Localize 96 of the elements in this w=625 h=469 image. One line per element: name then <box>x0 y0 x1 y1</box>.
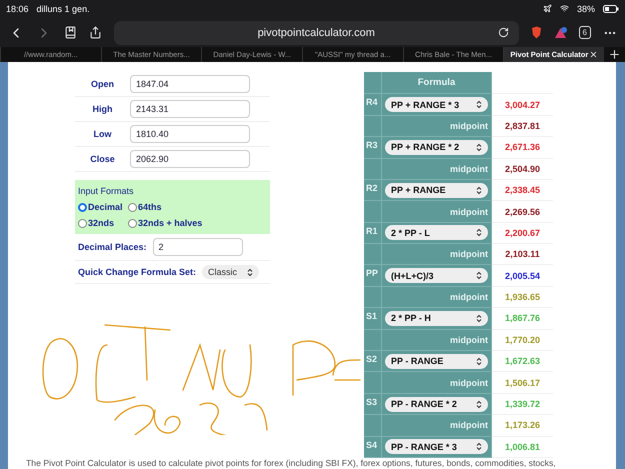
midpoint-label: midpoint <box>382 201 492 223</box>
description-text: The Pivot Point Calculator is used to calculate pivot points for forex (including SBI FX), forex options, futures, bonds, commodities, stocks, <box>25 458 557 469</box>
select-dropdown[interactable]: Classic <box>202 265 260 280</box>
clock-time: 18:06 <box>6 4 29 14</box>
input-field[interactable]: 1810.40 <box>130 125 250 144</box>
table-cell <box>364 116 382 138</box>
radio-option[interactable]: 32nds + halves <box>128 218 267 228</box>
field-label: High <box>92 104 114 114</box>
battery-percent: 38% <box>576 4 595 14</box>
level-label: R1 <box>364 222 382 244</box>
select-arrows-icon <box>476 228 482 238</box>
midpoint-label: midpoint <box>382 415 492 437</box>
midpoint-label: midpoint <box>382 330 492 352</box>
pivot-value: 1,006.81 <box>492 436 553 458</box>
select-arrows-icon <box>476 186 482 195</box>
formula-select[interactable]: PP - RANGE * 2 <box>385 396 488 412</box>
table-cell <box>364 330 382 352</box>
field-label: Low <box>92 129 112 140</box>
formula-select[interactable]: PP + RANGE * 3 <box>385 97 488 112</box>
status-date: dilluns 1 gen. <box>36 4 90 14</box>
level-label: R3 <box>364 137 382 159</box>
column-header: Formula <box>382 72 492 94</box>
field-label: Close <box>89 154 116 164</box>
select-arrows-icon <box>476 142 482 152</box>
radio-option[interactable]: Decimal <box>78 202 128 212</box>
pivot-value: 2,338.45 <box>492 180 553 202</box>
pivot-value: 3,004.27 <box>492 94 553 116</box>
battery-icon <box>603 4 619 13</box>
midpoint-label: midpoint <box>382 372 492 394</box>
table-cell <box>364 158 382 180</box>
tab-count-button[interactable]: 6 <box>578 26 591 40</box>
table-cell <box>364 372 382 394</box>
select-arrows-icon <box>476 400 482 409</box>
formula-select[interactable]: PP - RANGE <box>385 354 488 369</box>
pivot-value: 1,770.20 <box>492 330 553 352</box>
level-label: R2 <box>364 180 382 202</box>
pivot-value: 2,269.56 <box>492 201 553 223</box>
input-field[interactable]: 2 <box>152 238 243 256</box>
section-title: Input Formats <box>78 186 135 196</box>
select-arrows-icon <box>476 356 482 366</box>
level-label: S2 <box>364 351 382 372</box>
select-arrows-icon <box>476 442 482 452</box>
formula-select[interactable]: PP - RANGE * 3 <box>385 439 488 454</box>
pivot-value: 2,671.36 <box>492 137 553 159</box>
formula-select[interactable]: 2 * PP - L <box>385 225 488 240</box>
midpoint-label: midpoint <box>382 286 492 308</box>
pivot-value: 2,103.11 <box>492 244 553 266</box>
triangle-icon[interactable] <box>554 26 567 39</box>
midpoint-label: midpoint <box>382 158 492 180</box>
field-label: Decimal Places: <box>78 242 147 252</box>
pivot-value: 1,339.72 <box>492 394 553 416</box>
wifi-icon <box>560 4 569 14</box>
new-tab-icon[interactable] <box>608 48 622 62</box>
select-arrows-icon <box>476 100 482 110</box>
pivot-value: 2,837.81 <box>492 116 553 138</box>
select-arrows-icon <box>476 314 482 323</box>
radio-option[interactable]: 64ths <box>128 202 267 212</box>
table-cell <box>364 286 382 308</box>
address-bar[interactable]: pivotpointcalculator.com <box>114 20 519 45</box>
input-field[interactable]: 1847.04 <box>130 75 250 94</box>
select-arrows-icon <box>247 268 254 277</box>
select-arrows-icon <box>476 271 482 280</box>
level-label: S3 <box>364 394 382 416</box>
bookmarks-icon[interactable] <box>64 26 77 40</box>
input-field[interactable]: 2062.90 <box>130 150 250 168</box>
level-label: S4 <box>364 436 382 458</box>
airplane-icon <box>542 4 552 14</box>
pivot-value: 1,867.76 <box>492 308 553 330</box>
pivot-value: 1,506.17 <box>492 372 553 394</box>
reload-icon[interactable] <box>498 27 509 38</box>
share-icon[interactable] <box>89 26 102 40</box>
level-label: R4 <box>364 94 382 116</box>
shield-icon[interactable] <box>530 26 542 40</box>
pivot-value: 1,936.65 <box>492 286 553 308</box>
table-cell <box>364 72 382 94</box>
table-cell <box>364 244 382 266</box>
radio-option[interactable]: 32nds <box>78 218 128 228</box>
close-icon[interactable] <box>589 50 598 60</box>
formula-select[interactable]: PP + RANGE <box>385 182 488 198</box>
formula-select[interactable]: PP + RANGE * 2 <box>385 140 488 155</box>
level-label: PP <box>364 265 382 287</box>
pivot-value: 2,200.67 <box>492 222 553 244</box>
level-label: S1 <box>364 308 382 330</box>
input-field[interactable]: 2143.31 <box>130 100 250 118</box>
pivot-value: 2,504.90 <box>492 158 553 180</box>
table-cell <box>364 201 382 223</box>
pivot-value: 1,672.63 <box>492 351 553 372</box>
field-label: Quick Change Formula Set: <box>78 267 196 278</box>
formula-select[interactable]: (H+L+C)/3 <box>385 268 488 284</box>
pivot-value: 1,173.26 <box>492 415 553 437</box>
midpoint-label: midpoint <box>382 244 492 266</box>
pivot-value: 2,005.54 <box>492 265 553 287</box>
formula-select[interactable]: 2 * PP - H <box>385 310 488 326</box>
table-cell <box>364 415 382 437</box>
field-label: Open <box>90 79 115 90</box>
midpoint-label: midpoint <box>382 116 492 138</box>
